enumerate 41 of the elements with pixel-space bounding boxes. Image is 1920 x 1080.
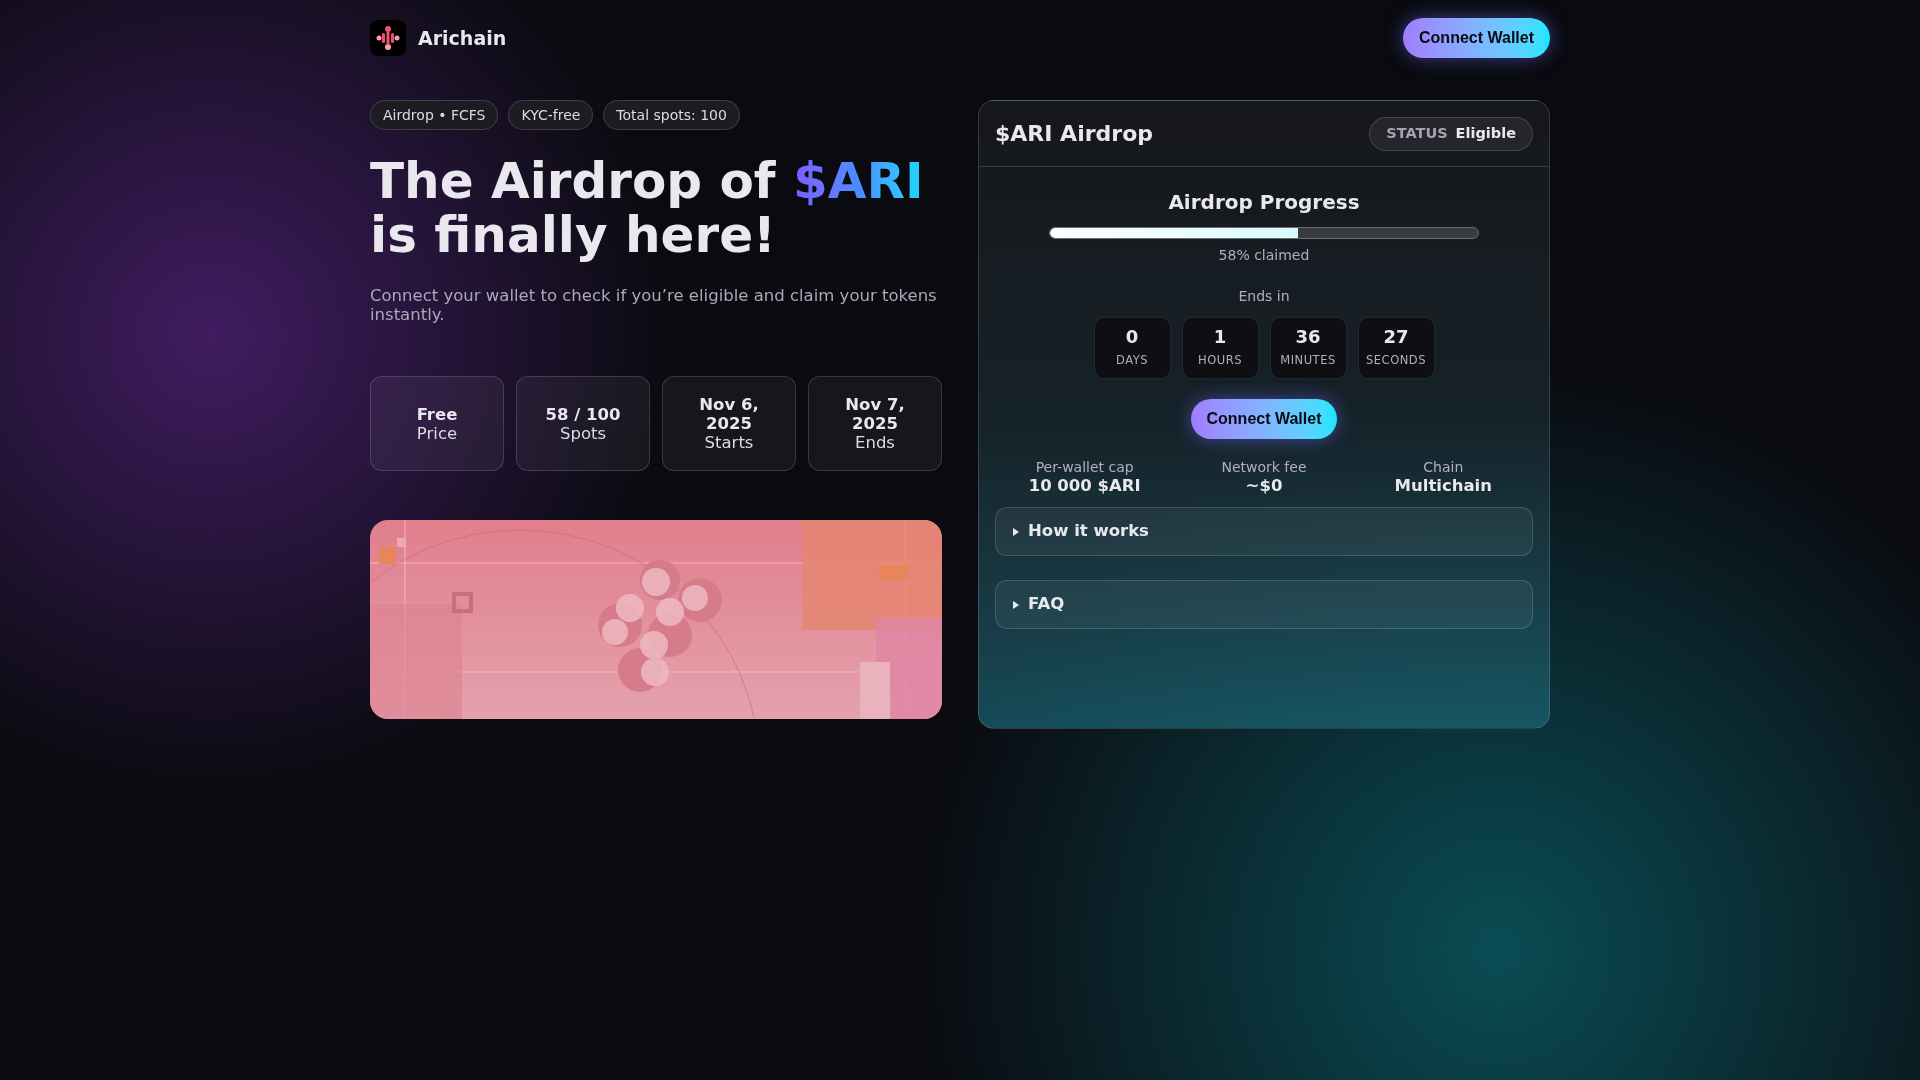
detail-label: Chain [1423, 459, 1464, 476]
stat-label: Ends [855, 433, 895, 452]
stat-label: Starts [704, 433, 754, 452]
status-label: STATUS [1386, 123, 1448, 143]
stat-value: 58 / 100 [544, 404, 622, 424]
headline: The Airdrop of $ARI is finally here! [370, 154, 924, 262]
detail-label: Per-wallet cap [1035, 459, 1134, 476]
countdown-unit: HOURS [1198, 352, 1242, 370]
countdown-value: 27 [1383, 326, 1409, 349]
countdown-label: Ends in [1238, 287, 1290, 306]
detail-value: 10 000 $ARI [1028, 476, 1141, 496]
brand-name: Arichain [418, 25, 507, 51]
detail-value: Multichain [1394, 476, 1493, 496]
progress-title: Airdrop Progress [1168, 189, 1360, 216]
card-title: $ARI Airdrop [995, 120, 1153, 148]
stat-value: Nov 6, 2025 [698, 395, 760, 433]
tag: Airdrop • FCFS [370, 100, 499, 130]
tag: Total spots: 100 [603, 100, 740, 130]
countdown-unit: MINUTES [1280, 352, 1336, 370]
connect-wallet-button[interactable]: Connect Wallet [1190, 399, 1338, 439]
tag: KYC-free [508, 100, 594, 130]
countdown-unit: DAYS [1116, 352, 1148, 370]
connect-wallet-button[interactable]: Connect Wallet [1403, 18, 1550, 58]
detail-label: Network fee [1221, 459, 1307, 476]
logo-icon [370, 20, 406, 56]
progress-reading: 58% claimed [1218, 246, 1310, 265]
stat-label: Price [416, 423, 458, 443]
countdown-value: 1 [1213, 326, 1227, 349]
accordion-toggle[interactable]: FAQ [995, 580, 1533, 629]
detail-value: ~$0 [1245, 476, 1283, 496]
stat-value: Nov 7, 2025 [844, 395, 906, 433]
countdown-unit: SECONDS [1366, 352, 1426, 370]
stat-label: Spots [559, 423, 607, 443]
countdown-value: 36 [1295, 326, 1321, 349]
accordion-label: How it works [1028, 520, 1149, 543]
countdown-value: 0 [1125, 326, 1139, 349]
accordion-toggle[interactable]: How it works [995, 507, 1533, 556]
accordion-label: FAQ [1028, 593, 1065, 616]
subtitle: Connect your wallet to check if you’re eligible and claim your tokens instantly. [370, 286, 938, 324]
stat-value: Free [415, 404, 459, 424]
status-value: Eligible [1455, 123, 1516, 143]
